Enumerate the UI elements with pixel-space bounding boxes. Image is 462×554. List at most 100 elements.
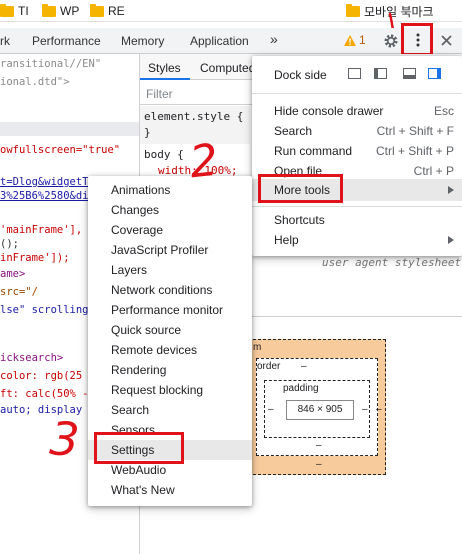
- element-style-selector: element.style {: [144, 110, 244, 123]
- submenu-item-network-conditions[interactable]: Network conditions: [88, 280, 252, 300]
- dock-side-label: Dock side: [274, 68, 327, 82]
- submenu-item-coverage[interactable]: Coverage: [88, 220, 252, 240]
- padding-label: padding: [283, 383, 319, 394]
- styles-filter-input[interactable]: Filter: [146, 87, 173, 101]
- code-line: ();: [0, 238, 19, 250]
- selected-line-band: [0, 122, 139, 136]
- folder-icon: [0, 3, 14, 17]
- highlight-kebab: [401, 23, 433, 56]
- submenu-item-label: Coverage: [111, 223, 164, 237]
- submenu-arrow-icon: [448, 236, 454, 244]
- submenu-item-quick-source[interactable]: Quick source: [88, 320, 252, 340]
- code-line: color: rgb(25: [0, 370, 83, 382]
- bookmark-re[interactable]: RE: [90, 3, 125, 19]
- submenu-item-label: Search: [111, 403, 150, 417]
- bookmark-label: WP: [60, 4, 80, 18]
- menu-item-label: Run command: [274, 144, 353, 158]
- bookmark-ti[interactable]: TI: [0, 3, 29, 19]
- code-line: ransitional//EN": [0, 58, 102, 70]
- step-3-annotation: 3: [48, 411, 82, 467]
- submenu-item-request-blocking[interactable]: Request blocking: [88, 380, 252, 400]
- highlight-settings: [94, 432, 184, 464]
- submenu-item-label: Changes: [111, 203, 160, 217]
- border-label: order: [257, 361, 281, 372]
- code-line: lse" scrolling: [0, 304, 89, 316]
- submenu-item-label: Remote devices: [111, 343, 198, 357]
- element-style-close: }: [144, 126, 151, 139]
- submenu-item-label: Network conditions: [111, 283, 213, 297]
- tab-performance[interactable]: Performance: [32, 34, 101, 48]
- active-tab-underline: [140, 78, 190, 80]
- code-line: 3%25B6%2580&di: [0, 190, 89, 202]
- margin-right-value: –: [376, 404, 382, 415]
- margin-label: m: [253, 342, 262, 353]
- menu-item-shortcuts[interactable]: Shortcuts: [252, 210, 462, 230]
- dock-bottom-icon[interactable]: [403, 68, 416, 79]
- menu-item-label: Search: [274, 124, 313, 138]
- box-model-content: 846 × 905: [286, 400, 354, 420]
- folder-icon: [346, 3, 360, 17]
- submenu-item-label: Rendering: [111, 363, 167, 377]
- dock-left-icon[interactable]: [374, 68, 387, 79]
- code-line: owfullscreen="true": [0, 144, 121, 156]
- code-line: ft: calc(50% -: [0, 388, 89, 400]
- menu-item-shortcut: Ctrl + P: [413, 164, 454, 178]
- submenu-item-label: Quick source: [111, 323, 182, 337]
- submenu-item-changes[interactable]: Changes: [88, 200, 252, 220]
- submenu-item-animations[interactable]: Animations: [88, 180, 252, 200]
- tab-network[interactable]: rk: [0, 34, 10, 48]
- submenu-item-label: Layers: [111, 263, 148, 277]
- submenu-item-label: What's New: [111, 483, 175, 497]
- undock-icon[interactable]: [348, 68, 361, 79]
- border-bottom-value: –: [316, 440, 322, 451]
- bookmark-wp[interactable]: WP: [42, 3, 79, 19]
- menu-item-search[interactable]: Search Ctrl + Shift + F: [252, 121, 462, 141]
- submenu-item-performance-monitor[interactable]: Performance monitor: [88, 300, 252, 320]
- folder-icon: [90, 3, 104, 17]
- menu-separator: [252, 93, 462, 94]
- submenu-item-search[interactable]: Search: [88, 400, 252, 420]
- close-icon[interactable]: [441, 35, 452, 46]
- menu-item-label: Hide console drawer: [274, 104, 384, 118]
- padding-left-value: –: [268, 404, 274, 415]
- code-line: inFrame']);: [0, 252, 70, 264]
- submenu-item-label: Request blocking: [111, 383, 204, 397]
- menu-item-hide-console[interactable]: Hide console drawer Esc: [252, 101, 462, 121]
- bookmark-label: RE: [108, 4, 125, 18]
- menu-item-label: Help: [274, 233, 299, 247]
- code-line: ional.dtd">: [0, 76, 70, 88]
- body-selector: body {: [144, 148, 184, 161]
- user-agent-label: user agent stylesheet: [322, 256, 462, 269]
- code-line: src="/: [0, 286, 38, 298]
- gear-icon[interactable]: [383, 33, 399, 49]
- dock-right-icon[interactable]: [428, 68, 441, 79]
- warnings-badge[interactable]: 1: [344, 33, 366, 47]
- submenu-item-layers[interactable]: Layers: [88, 260, 252, 280]
- submenu-item-remote-devices[interactable]: Remote devices: [88, 340, 252, 360]
- more-tabs-button[interactable]: »: [270, 31, 278, 47]
- customize-menu: Dock side Hide console drawer Esc Search…: [252, 56, 462, 256]
- folder-icon: [42, 3, 56, 17]
- padding-right-value: –: [362, 404, 368, 415]
- menu-item-help[interactable]: Help: [252, 230, 462, 250]
- submenu-item-whats-new[interactable]: What's New: [88, 480, 252, 500]
- submenu-item-js-profiler[interactable]: JavaScript Profiler: [88, 240, 252, 260]
- submenu-item-label: Performance monitor: [111, 303, 224, 317]
- tab-memory[interactable]: Memory: [121, 34, 164, 48]
- code-line: 'mainFrame'],: [0, 224, 83, 236]
- tab-styles[interactable]: Styles: [148, 61, 181, 75]
- tab-application[interactable]: Application: [190, 34, 249, 48]
- tab-computed[interactable]: Computed: [200, 61, 255, 75]
- dock-side-options: [348, 68, 456, 81]
- code-line: icksearch>: [0, 352, 64, 364]
- border-top-value: –: [301, 361, 307, 372]
- menu-item-run-command[interactable]: Run command Ctrl + Shift + P: [252, 141, 462, 161]
- margin-bottom-value: –: [316, 459, 322, 470]
- submenu-arrow-icon: [448, 186, 454, 194]
- submenu-item-rendering[interactable]: Rendering: [88, 360, 252, 380]
- bookmark-label: TI: [18, 4, 29, 18]
- code-line: ame>: [0, 268, 26, 280]
- submenu-item-label: Animations: [111, 183, 171, 197]
- code-line: t=Dlog&widgetT: [0, 176, 89, 188]
- step-2-annotation: 2: [187, 134, 221, 189]
